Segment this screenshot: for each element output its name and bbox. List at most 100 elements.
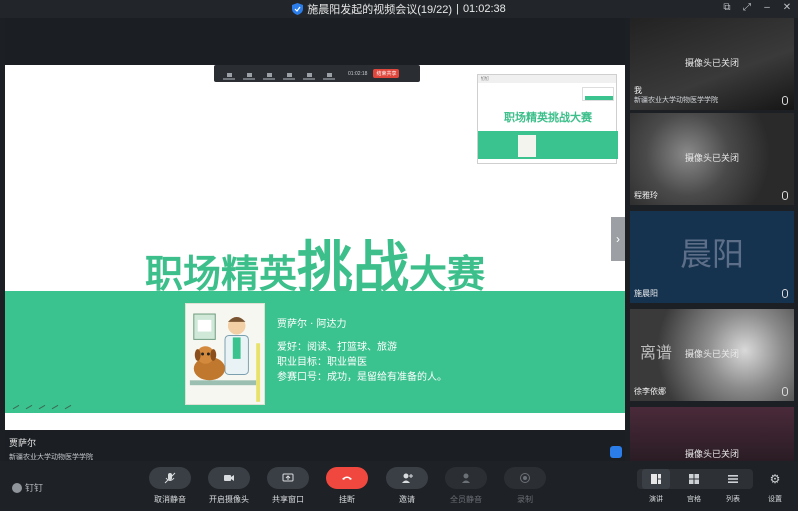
pen-icon[interactable] [9,399,20,410]
camera-off-text: 摄像头已关闭 [684,153,739,163]
view-list-button[interactable]: 列表 [718,469,748,507]
meeting-elapsed: 01:02:38 [462,3,506,15]
thumb-photo [518,135,536,157]
title-bar: 施晨阳发起的视频会议(19/22) | 01:02:38 ⧉ ⤢ – ✕ [0,0,798,18]
gear-icon: ⚙ [769,472,781,486]
mini-timer: 01:02:18 [348,70,368,77]
participant-tile[interactable]: 离谱 摄像头已关闭 徐李依娜 [630,309,794,401]
mini-more-icon[interactable] [322,68,336,80]
view-gallery-label: 宫格 [687,496,701,503]
settings-button[interactable]: ⚙ 设置 [760,469,790,507]
current-speaker: 贾萨尔 新疆农业大学动物医学学院 [9,436,93,462]
fullscreen-icon[interactable]: ⤢ [742,2,752,13]
next-page-button[interactable]: › [611,217,625,261]
record-icon [520,473,530,483]
main-stage: 01:02:18 结束共享 职场精英挑战大赛 贾萨尔 · 阿达力 爱好：阅读、打… [5,18,625,461]
mute-all-icon [462,473,470,483]
mini-share-icon[interactable] [262,68,276,80]
shield-icon [292,3,304,15]
mic-icon [782,289,788,298]
pill [504,467,546,489]
thumb-mini-preview [582,87,614,101]
mini-mic-icon[interactable] [222,68,236,80]
mini-stop-share-button[interactable]: 结束共享 [373,69,400,78]
participant-name-block: 程雅玲 [634,191,658,201]
slide-annotation-tools [9,399,72,410]
vet-cartoon-image [185,303,265,405]
pill [326,467,368,489]
pill [386,467,428,489]
mic-icon [782,96,788,105]
participant-tile[interactable]: 晨阳 施晨阳 [630,211,794,303]
mic-off-icon [164,472,176,484]
invite-button[interactable]: 邀请 [384,467,430,509]
profile-text: 贾萨尔 · 阿达力 爱好：阅读、打篮球、旅游 职业目标：职业兽医 参赛口号：成功… [277,317,447,385]
phone-hangup-icon [342,476,352,480]
participant-name: 我 [634,86,642,95]
record-label: 录制 [517,495,533,504]
list-view-icon [728,475,738,483]
bottom-toolbar: 钉钉 取消静音 开启摄像头 共享窗口 挂断 邀请 全员静音 录制 演讲 宫格 列… [0,461,798,511]
vet-illustration-icon [189,313,261,402]
share-window-button[interactable]: 共享窗口 [265,467,311,509]
minimize-icon[interactable]: – [762,2,772,13]
chevron-right-icon: › [616,232,620,246]
thumb-band [478,131,618,159]
invite-label: 邀请 [399,495,415,504]
dingtalk-logo: 钉钉 [12,481,43,494]
settings-label: 设置 [768,496,782,503]
close-icon[interactable]: ✕ [782,2,792,13]
pill [445,467,487,489]
profile-name: 贾萨尔 · 阿达力 [277,319,347,330]
unmute-button[interactable]: 取消静音 [147,467,193,509]
participant-tile[interactable]: 摄像头已关闭 我 新疆农业大学动物医学学院 [630,18,794,110]
participant-name-block: 我 新疆农业大学动物医学学院 [634,86,718,106]
title-separator: | [456,3,459,15]
participant-tile[interactable]: 摄像头已关闭 [630,407,794,461]
mute-all-button[interactable]: 全员静音 [443,467,489,509]
mute-all-label: 全员静音 [450,495,482,504]
participant-name: 徐李依娜 [634,387,666,396]
view-box [642,469,670,489]
shape-icon[interactable] [35,399,46,410]
chat-badge-icon[interactable] [610,446,622,458]
unmute-label: 取消静音 [154,495,186,504]
mini-members-icon[interactable] [282,68,296,80]
view-box [680,469,708,489]
clear-icon[interactable] [61,399,72,410]
participant-panel: 摄像头已关闭 我 新疆农业大学动物医学学院 摄像头已关闭 程雅玲 晨阳 施晨阳 [630,18,794,461]
float-window-icon[interactable]: ⧉ [722,2,732,13]
participant-tile[interactable]: 摄像头已关闭 程雅玲 [630,113,794,205]
camera-off-text: 摄像头已关闭 [684,449,739,459]
meeting-title: 施晨阳发起的视频会议(19/22) [307,4,453,16]
mini-camera-icon[interactable] [242,68,256,80]
dingtalk-logo-icon [12,482,22,493]
share-preview-thumbnail[interactable]: 钉钉 职场精英挑战大赛 [477,74,618,164]
mic-icon [782,191,788,200]
speaker-view-icon [651,474,661,484]
camera-off-icon [224,475,234,481]
pill [208,467,250,489]
eraser-icon[interactable] [48,399,59,410]
view-box [719,469,747,489]
camera-button[interactable]: 开启摄像头 [206,467,252,509]
meeting-window: 施晨阳发起的视频会议(19/22) | 01:02:38 ⧉ ⤢ – ✕ 01:… [0,0,798,511]
view-gallery-button[interactable]: 宫格 [679,469,709,507]
mini-annotate-icon[interactable] [302,68,316,80]
share-mini-toolbar: 01:02:18 结束共享 [214,65,420,82]
view-speaker-button[interactable]: 演讲 [641,469,671,507]
profile-goal: 职业目标：职业兽医 [277,357,367,368]
record-button[interactable]: 录制 [502,467,548,509]
window-controls: ⧉ ⤢ – ✕ [722,2,792,13]
view-box: ⚙ [761,469,789,489]
pill [149,467,191,489]
speaker-name: 贾萨尔 [9,438,37,448]
thumb-title: 职场精英挑战大赛 [504,111,592,124]
hangup-button[interactable]: 挂断 [324,467,370,509]
grid-view-icon [689,474,699,484]
curve-icon[interactable] [22,399,33,410]
share-label: 共享窗口 [272,495,304,504]
slide-title-part3: 大赛 [409,252,486,296]
view-list-label: 列表 [726,496,740,503]
view-speaker-label: 演讲 [649,496,663,503]
